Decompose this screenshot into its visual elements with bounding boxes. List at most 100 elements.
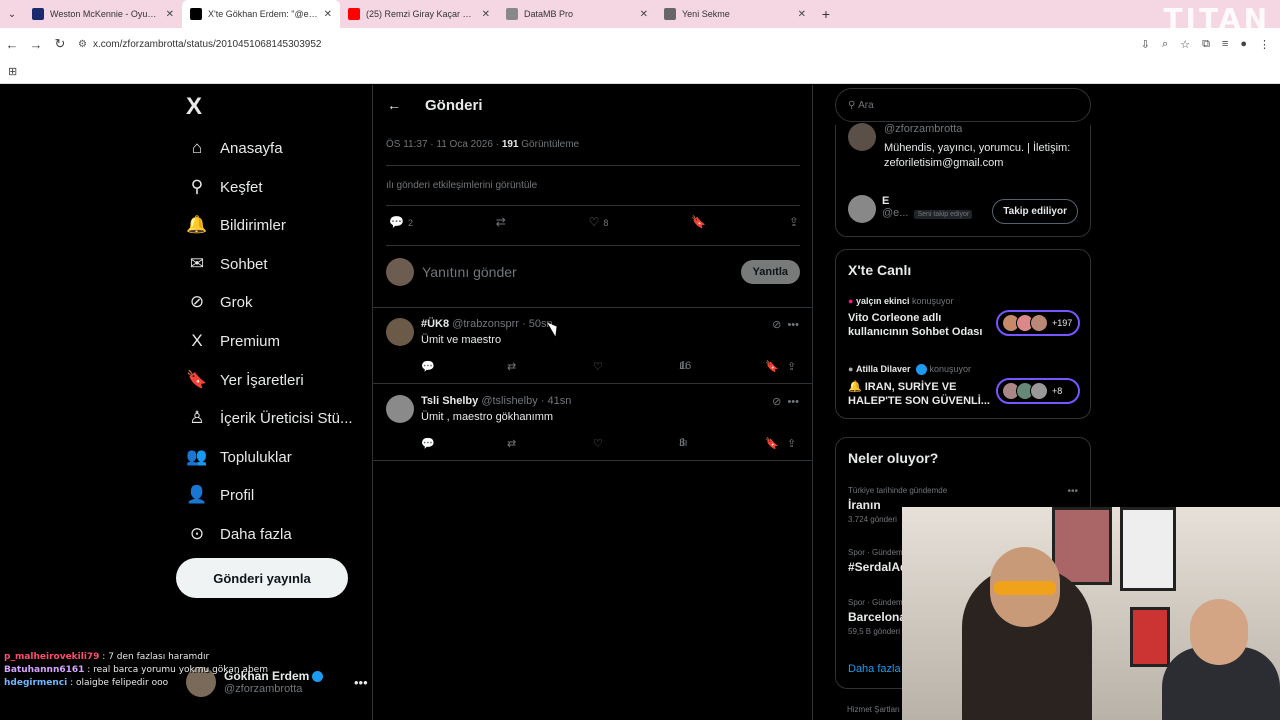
chat-text: : olaigbe felipedir ooo bbox=[67, 678, 169, 688]
show-more-link[interactable]: Daha fazla bbox=[848, 663, 901, 675]
nav-communities[interactable]: 👥 Topluluklar bbox=[186, 441, 291, 473]
more-dots-icon[interactable]: ••• bbox=[1067, 486, 1078, 497]
zoom-icon[interactable]: ⌕ bbox=[1162, 38, 1168, 51]
reply-input[interactable]: Yanıtını gönder bbox=[422, 264, 741, 280]
tab-close-icon[interactable]: ✕ bbox=[482, 9, 490, 20]
reload-icon[interactable]: ↻ bbox=[48, 36, 72, 52]
verified-badge-icon bbox=[916, 364, 927, 376]
chat-text: : real barca yorumu yokmu gökan abem bbox=[84, 665, 268, 675]
bookmark-icon[interactable]: 🔖 bbox=[765, 360, 779, 373]
reply-icon[interactable]: 💬 bbox=[421, 360, 435, 373]
forward-arrow-icon[interactable]: → bbox=[24, 37, 48, 52]
back-arrow-icon[interactable]: ← bbox=[387, 97, 401, 113]
reply-icon[interactable]: 💬 bbox=[421, 437, 435, 450]
terms-link[interactable]: Hizmet Şartları bbox=[847, 705, 900, 714]
avatar[interactable] bbox=[386, 395, 414, 423]
tab-title: X'te Gökhan Erdem: "@emirrk6... bbox=[208, 9, 318, 19]
tab-title: DataMB Pro bbox=[524, 9, 574, 19]
browser-tab-2[interactable]: (25) Remzi Giray Kaçar kana... ✕ bbox=[340, 0, 498, 28]
media-icon[interactable]: ≡ bbox=[1222, 38, 1228, 51]
new-tab-button[interactable]: + bbox=[814, 6, 838, 22]
grok-icon[interactable]: ⊘ bbox=[772, 319, 781, 331]
search-input[interactable]: ⚲ Ara bbox=[835, 88, 1091, 122]
live-listeners-pill[interactable]: +197 bbox=[996, 310, 1080, 336]
install-icon[interactable]: ⇩ bbox=[1141, 38, 1150, 51]
search-icon: ⚲ bbox=[848, 99, 859, 111]
share-icon[interactable]: ⇪ bbox=[787, 360, 796, 373]
more-icon: ⊙ bbox=[189, 524, 205, 543]
x-logo-icon[interactable]: X bbox=[186, 93, 202, 121]
tab-close-icon[interactable]: ✕ bbox=[166, 9, 174, 20]
grok-icon[interactable]: ⊘ bbox=[772, 396, 781, 408]
live-status: konuşuyor bbox=[929, 364, 972, 374]
nav-grok[interactable]: ⊘ Grok bbox=[186, 286, 253, 318]
apps-grid-icon[interactable]: ⊞ bbox=[8, 65, 17, 78]
avatar[interactable] bbox=[848, 195, 876, 223]
left-navigation: X ⌂ Anasayfa ⚲ Keşfet 🔔 Bildirimler ✉ Sohbet… bbox=[176, 85, 372, 720]
avatar[interactable] bbox=[848, 123, 876, 151]
browser-tab-3[interactable]: DataMB Pro ✕ bbox=[498, 0, 656, 28]
nav-label: Keşfet bbox=[220, 178, 263, 196]
nav-home[interactable]: ⌂ Anasayfa bbox=[186, 132, 283, 164]
reply-count: 2 bbox=[407, 218, 413, 228]
repost-icon[interactable]: ⇄ bbox=[507, 360, 516, 373]
reply-button[interactable]: Yanıtla bbox=[740, 260, 800, 284]
nav-premium[interactable]: X Premium bbox=[186, 325, 280, 357]
reply-author[interactable]: Tsli Shelby bbox=[421, 395, 478, 407]
nav-bookmarks[interactable]: 🔖 Yer İşaretleri bbox=[186, 364, 304, 396]
like-action[interactable]: ♡ 8 bbox=[589, 215, 609, 229]
tab-search-chevron-icon[interactable]: ⌄ bbox=[0, 0, 24, 28]
post-button[interactable]: Gönderi yayınla bbox=[176, 558, 348, 598]
more-dots-icon[interactable]: ••• bbox=[787, 396, 799, 408]
reply-icon: 💬 bbox=[389, 215, 404, 229]
repost-icon[interactable]: ⇄ bbox=[507, 437, 516, 450]
url-field[interactable]: ⚙ x.com/zforzambrotta/status/20104510681… bbox=[78, 32, 1141, 56]
reply-action[interactable]: 💬 2 bbox=[389, 215, 413, 229]
avatar[interactable] bbox=[386, 318, 414, 346]
bookmark-icon: 🔖 bbox=[186, 370, 208, 389]
reply-tools: ⊘ ••• bbox=[772, 318, 799, 331]
tab-close-icon[interactable]: ✕ bbox=[798, 9, 806, 20]
reply-author[interactable]: #ÜK8 bbox=[421, 318, 449, 330]
view-engagements-link[interactable]: ılı gönderi etkileşimlerini görüntüle bbox=[386, 180, 537, 191]
communities-icon: 👥 bbox=[186, 447, 208, 466]
back-arrow-icon[interactable]: ← bbox=[0, 37, 24, 52]
star-icon[interactable]: ☆ bbox=[1180, 38, 1190, 51]
nav-chat[interactable]: ✉ Sohbet bbox=[186, 248, 268, 280]
share-icon[interactable]: ⇪ bbox=[787, 437, 796, 450]
bookmark-icon[interactable]: 🔖 bbox=[691, 215, 706, 229]
nav-more[interactable]: ⊙ Daha fazla bbox=[186, 518, 292, 550]
heart-icon[interactable]: ♡ bbox=[593, 360, 603, 373]
heart-icon[interactable]: ♡ bbox=[593, 437, 603, 450]
nav-label: Yer İşaretleri bbox=[220, 371, 304, 389]
browser-tab-1[interactable]: X'te Gökhan Erdem: "@emirrk6... ✕ bbox=[182, 0, 340, 28]
following-button[interactable]: Takip ediliyor bbox=[992, 199, 1078, 224]
repost-icon[interactable]: ⇄ bbox=[496, 215, 506, 229]
live-listeners-pill[interactable]: +8 bbox=[996, 378, 1080, 404]
search-icon: ⚲ bbox=[190, 177, 204, 196]
live-space-item[interactable]: ● yalçın ekinci konuşuyor Vito Corleone … bbox=[848, 296, 1080, 339]
site-info-icon[interactable]: ⚙ bbox=[78, 39, 87, 50]
more-dots-icon[interactable]: ••• bbox=[354, 675, 368, 690]
reply-item[interactable]: #ÜK8 @trabzonsprr · 50sn ⊘ ••• Ümit ve m… bbox=[373, 308, 813, 384]
tab-close-icon[interactable]: ✕ bbox=[324, 9, 332, 20]
nav-creator-studio[interactable]: ♙ İçerik Üreticisi Stü... bbox=[186, 402, 352, 434]
live-space-item[interactable]: ● Atilla Dilaver konuşuyor 🔔 IRAN, SURİY… bbox=[848, 364, 1080, 408]
tab-title: Weston McKennie - Oyuncu pr... bbox=[50, 9, 160, 19]
nav-explore[interactable]: ⚲ Keşfet bbox=[186, 171, 263, 203]
reply-item[interactable]: Tsli Shelby @tslishelby · 41sn ⊘ ••• Ümi… bbox=[373, 385, 813, 461]
extensions-icon[interactable]: ⧉ bbox=[1202, 38, 1210, 51]
bookmark-icon[interactable]: 🔖 bbox=[765, 437, 779, 450]
profile-avatar-icon[interactable]: ● bbox=[1240, 38, 1247, 51]
bookmarks-bar: ⊞ bbox=[0, 60, 1280, 84]
menu-kebab-icon[interactable]: ⋮ bbox=[1259, 38, 1270, 51]
browser-tab-4[interactable]: Yeni Sekme ✕ bbox=[656, 0, 814, 28]
nav-profile[interactable]: 👤 Profil bbox=[186, 479, 254, 511]
mail-icon: ✉ bbox=[189, 254, 205, 273]
share-icon[interactable]: ⇪ bbox=[789, 215, 799, 229]
browser-tab-0[interactable]: Weston McKennie - Oyuncu pr... ✕ bbox=[24, 0, 182, 28]
nav-notifications[interactable]: 🔔 Bildirimler bbox=[186, 209, 285, 241]
tab-close-icon[interactable]: ✕ bbox=[640, 9, 648, 20]
tab-favicon bbox=[348, 8, 360, 20]
more-dots-icon[interactable]: ••• bbox=[787, 319, 799, 331]
